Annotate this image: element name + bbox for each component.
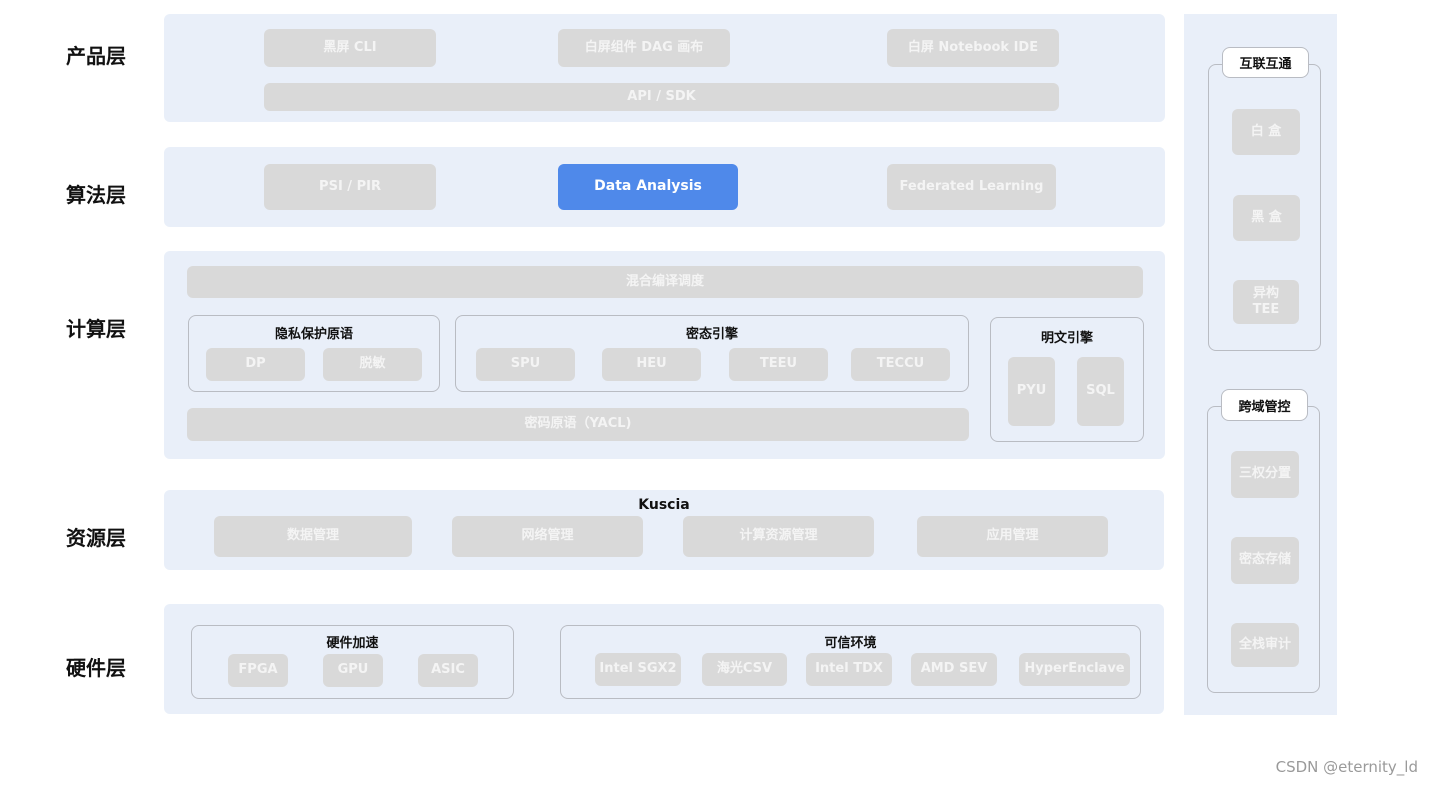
layer-label-resource: 资源层 <box>66 526 126 550</box>
plain-engine-title: 明文引擎 <box>1040 331 1093 346</box>
cipher-item-heu[interactable]: HEU <box>602 348 701 381</box>
hw-item-gpu[interactable]: GPU <box>323 654 383 687</box>
resource-item-compute[interactable]: 计算资源管理 <box>683 516 874 557</box>
trusted-env-group: 可信环境 Intel SGX2 海光CSV Intel TDX AMD SEV … <box>560 625 1141 699</box>
cross-domain-item-storage[interactable]: 密态存储 <box>1231 537 1299 584</box>
product-item-dag[interactable]: 白屏组件 DAG 画布 <box>558 29 730 67</box>
cipher-item-teeu[interactable]: TEEU <box>729 348 828 381</box>
kuscia-title: Kuscia <box>638 497 690 513</box>
privacy-item-desensitize[interactable]: 脱敏 <box>323 348 422 381</box>
cipher-item-teccu[interactable]: TECCU <box>851 348 950 381</box>
trusted-env-title: 可信环境 <box>824 636 877 651</box>
layer-label-product: 产品层 <box>66 44 126 68</box>
tee-item-csv[interactable]: 海光CSV <box>702 653 787 686</box>
plain-item-pyu[interactable]: PYU <box>1008 357 1055 426</box>
cross-domain-tab[interactable]: 跨域管控 <box>1221 389 1308 421</box>
algorithm-layer-panel: PSI / PIR Data Analysis Federated Learni… <box>164 147 1165 227</box>
resource-item-data[interactable]: 数据管理 <box>214 516 412 557</box>
hybrid-scheduler-bar[interactable]: 混合编译调度 <box>187 266 1143 298</box>
watermark: CSDN @eternity_ld <box>1275 758 1418 776</box>
resource-layer-panel: Kuscia 数据管理 网络管理 计算资源管理 应用管理 <box>164 490 1164 570</box>
cipher-item-spu[interactable]: SPU <box>476 348 575 381</box>
layer-label-compute: 计算层 <box>66 317 126 341</box>
interconnect-item-tee[interactable]: 异构 TEE <box>1233 280 1299 324</box>
layer-label-algorithm: 算法层 <box>66 183 126 207</box>
hw-acceleration-title: 硬件加速 <box>326 636 379 651</box>
algorithm-item-federated[interactable]: Federated Learning <box>887 164 1056 210</box>
hw-acceleration-group: 硬件加速 FPGA GPU ASIC <box>191 625 514 699</box>
tee-item-sev[interactable]: AMD SEV <box>911 653 997 686</box>
tee-item-hyperenclave[interactable]: HyperEnclave <box>1019 653 1130 686</box>
tee-item-sgx2[interactable]: Intel SGX2 <box>595 653 681 686</box>
algorithm-item-data-analysis[interactable]: Data Analysis <box>558 164 738 210</box>
product-item-cli[interactable]: 黑屏 CLI <box>264 29 436 67</box>
hw-item-fpga[interactable]: FPGA <box>228 654 288 687</box>
api-sdk-bar[interactable]: API / SDK <box>264 83 1059 111</box>
hardware-layer-panel: 硬件加速 FPGA GPU ASIC 可信环境 Intel SGX2 海光CSV… <box>164 604 1164 714</box>
layer-label-hardware: 硬件层 <box>66 656 126 680</box>
privacy-item-dp[interactable]: DP <box>206 348 305 381</box>
privacy-primitives-group: 隐私保护原语 DP 脱敏 <box>188 315 440 392</box>
hw-item-asic[interactable]: ASIC <box>418 654 478 687</box>
compute-layer-panel: 混合编译调度 隐私保护原语 DP 脱敏 密态引擎 SPU HEU TEEU TE… <box>164 251 1165 459</box>
interconnect-item-blackbox[interactable]: 黑 盒 <box>1233 195 1300 241</box>
interconnect-item-whitebox[interactable]: 白 盒 <box>1232 109 1300 155</box>
interconnect-tab[interactable]: 互联互通 <box>1222 47 1309 78</box>
resource-item-app[interactable]: 应用管理 <box>917 516 1108 557</box>
product-item-notebook[interactable]: 白屏 Notebook IDE <box>887 29 1059 67</box>
product-layer-panel: 黑屏 CLI 白屏组件 DAG 画布 白屏 Notebook IDE API /… <box>164 14 1165 122</box>
cross-domain-item-separation[interactable]: 三权分置 <box>1231 451 1299 498</box>
cross-domain-item-audit[interactable]: 全栈审计 <box>1231 623 1299 667</box>
algorithm-item-psi[interactable]: PSI / PIR <box>264 164 436 210</box>
privacy-primitives-title: 隐私保护原语 <box>274 327 353 342</box>
plain-engine-group: 明文引擎 PYU SQL <box>990 317 1144 442</box>
side-panel: 互联互通 白 盒 黑 盒 异构 TEE 跨域管控 三权分置 密态存储 全栈审计 <box>1184 14 1337 715</box>
resource-item-network[interactable]: 网络管理 <box>452 516 643 557</box>
cipher-engine-group: 密态引擎 SPU HEU TEEU TECCU <box>455 315 969 392</box>
plain-item-sql[interactable]: SQL <box>1077 357 1124 426</box>
cipher-engine-title: 密态引擎 <box>685 327 738 342</box>
tee-item-tdx[interactable]: Intel TDX <box>806 653 892 686</box>
crypto-primitives-bar[interactable]: 密码原语（YACL) <box>187 408 969 441</box>
